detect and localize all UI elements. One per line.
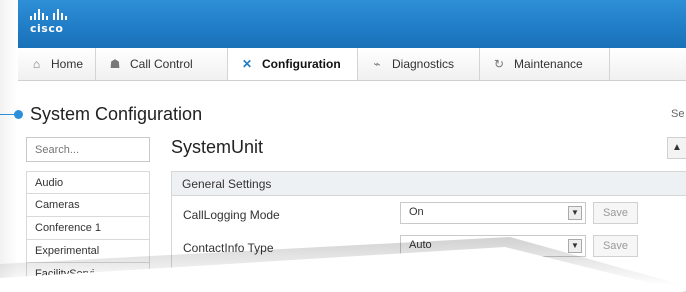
page-margin bbox=[0, 0, 18, 292]
setting-select[interactable]: On ▼ bbox=[400, 202, 586, 224]
tab-home[interactable]: ⌂ Home bbox=[18, 48, 96, 80]
refresh-icon: ↻ bbox=[493, 57, 505, 71]
screenshot-canvas: cisco ⌂ Home ☗ Call Control ✕ Configurat… bbox=[0, 0, 686, 292]
page-title: System Configuration bbox=[30, 104, 203, 124]
setting-value: Auto bbox=[409, 239, 432, 251]
cisco-logo[interactable]: cisco bbox=[30, 9, 90, 39]
settings-panel: General Settings CallLogging Mode On ▼ S… bbox=[171, 171, 686, 292]
panel-title: General Settings bbox=[172, 172, 686, 196]
tab-maintenance[interactable]: ↻ Maintenance bbox=[480, 48, 610, 80]
tab-diagnostics-label: Diagnostics bbox=[392, 57, 455, 71]
callout-dot-icon bbox=[14, 110, 23, 119]
tab-home-label: Home bbox=[50, 57, 83, 71]
sidebar-item-audio[interactable]: Audio bbox=[26, 171, 150, 194]
setting-select[interactable]: Auto ▼ bbox=[400, 235, 586, 257]
sidebar-item-facility-service[interactable]: FacilityServi bbox=[26, 263, 150, 286]
tab-diagnostics[interactable]: ⌁ Diagnostics bbox=[358, 48, 480, 80]
dropdown-caret-icon[interactable]: ▼ bbox=[568, 206, 582, 220]
pulse-icon: ⌁ bbox=[373, 57, 381, 71]
tab-configuration-label: Configuration bbox=[262, 57, 341, 71]
tab-call-control[interactable]: ☗ Call Control bbox=[96, 48, 228, 80]
setting-row: ContactInfo Type Auto ▼ Save bbox=[172, 233, 686, 263]
setting-label: ContactInfo Type bbox=[183, 241, 274, 255]
search-input[interactable] bbox=[26, 137, 150, 162]
top-right-link[interactable]: Se bbox=[671, 108, 684, 120]
cisco-logo-text: cisco bbox=[30, 22, 64, 35]
tools-icon: ✕ bbox=[241, 57, 253, 71]
collapse-button[interactable]: ▲ bbox=[667, 137, 686, 159]
sidebar-list: Audio Cameras Conference 1 Experimental … bbox=[26, 171, 150, 286]
tab-configuration[interactable]: ✕ Configuration bbox=[228, 48, 358, 80]
sidebar-item-cameras[interactable]: Cameras bbox=[26, 194, 150, 217]
section-title: SystemUnit bbox=[171, 137, 264, 157]
header-bar: cisco bbox=[18, 0, 686, 48]
save-button[interactable]: Save bbox=[593, 202, 638, 224]
sidebar-item-experimental[interactable]: Experimental bbox=[26, 240, 150, 263]
setting-label: CallLogging Mode bbox=[183, 208, 280, 222]
setting-value: On bbox=[409, 206, 424, 218]
setting-row: CallLogging Mode On ▼ Save bbox=[172, 200, 686, 230]
sidebar-item-conference[interactable]: Conference 1 bbox=[26, 217, 150, 240]
home-icon: ⌂ bbox=[32, 57, 41, 71]
dropdown-caret-icon[interactable]: ▼ bbox=[568, 239, 582, 253]
cisco-logo-bars-icon bbox=[30, 9, 90, 20]
call-control-icon: ☗ bbox=[109, 57, 121, 71]
tab-maintenance-label: Maintenance bbox=[514, 57, 583, 71]
main-nav: ⌂ Home ☗ Call Control ✕ Configuration ⌁ … bbox=[18, 48, 686, 81]
chevron-up-icon: ▲ bbox=[672, 142, 682, 153]
save-button[interactable]: Save bbox=[593, 235, 638, 257]
tab-call-control-label: Call Control bbox=[130, 57, 193, 71]
